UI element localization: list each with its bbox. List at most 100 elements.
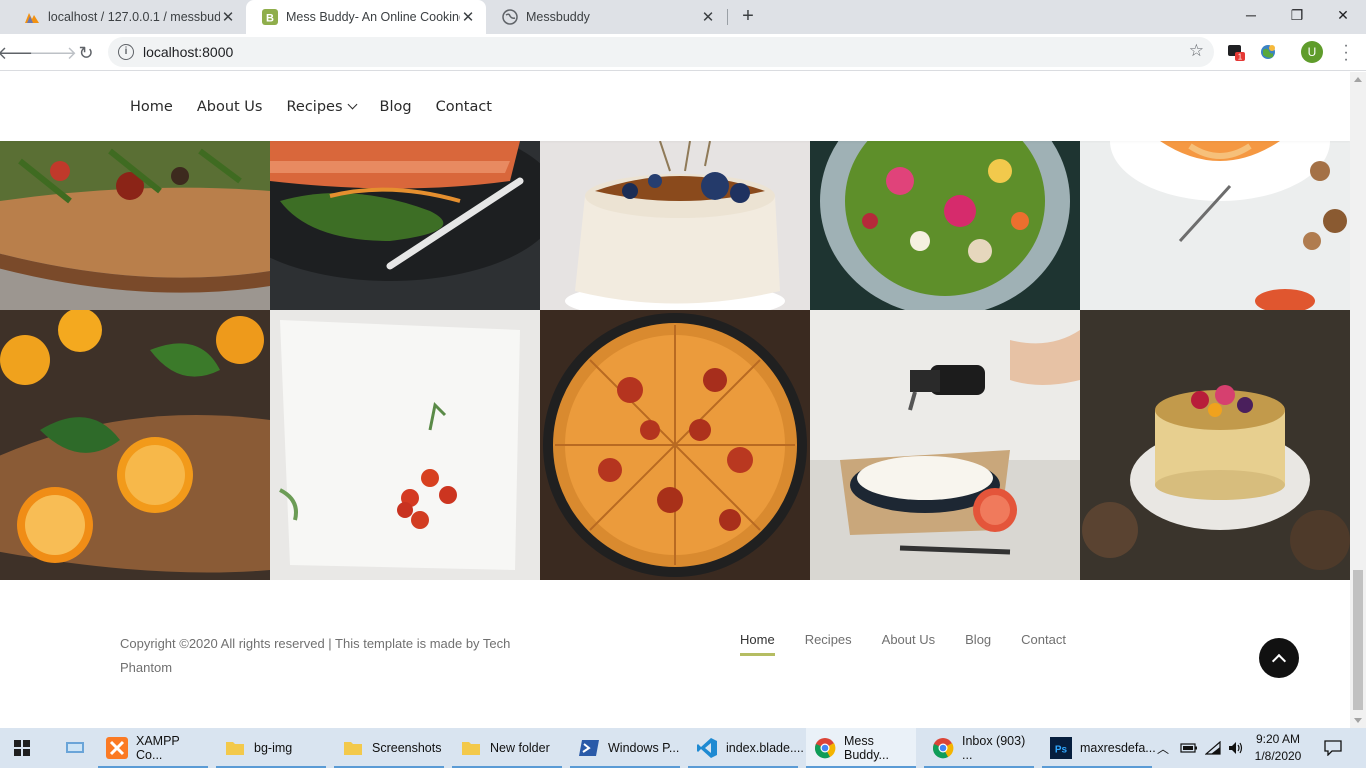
new-tab-icon[interactable]: + [738, 6, 758, 27]
gallery-image-fruit-cake[interactable] [1080, 310, 1350, 580]
gallery-image-oranges-board[interactable] [0, 310, 270, 580]
taskbar-app-desktop[interactable] [56, 728, 90, 768]
svg-text:1: 1 [1238, 53, 1243, 62]
footer-link-recipes[interactable]: Recipes [805, 632, 852, 656]
tab-messbuddy[interactable]: Messbuddy ✕ [486, 0, 726, 34]
reload-icon[interactable]: ↻ [73, 40, 99, 66]
address-bar[interactable]: i localhost:8000 ☆ [108, 37, 1214, 67]
taskbar-bg-img[interactable]: bg-img [216, 728, 326, 768]
browser-toolbar: 🡐 🡒 ↻ i localhost:8000 ☆ [0, 34, 1366, 71]
close-tab-icon[interactable]: ✕ [460, 9, 476, 26]
nav-home[interactable]: Home [130, 99, 173, 115]
nav-contact[interactable]: Contact [436, 99, 492, 115]
restore-icon[interactable]: ❐ [1274, 0, 1320, 30]
taskbar-powershell[interactable]: Windows P... [570, 728, 680, 768]
powershell-icon [579, 740, 599, 756]
nav-label: Blog [379, 98, 412, 115]
xampp-icon [106, 737, 128, 759]
nav-recipes[interactable]: Recipes [286, 99, 357, 115]
taskbar-label: New folder [490, 741, 550, 755]
notifications-icon[interactable] [1324, 728, 1342, 768]
folder-icon [226, 742, 244, 755]
site-header: Home About Us Recipes Blog Contact [0, 72, 1350, 141]
tab-mess-buddy[interactable]: B Mess Buddy- An Online Cooking ✕ [246, 0, 486, 34]
profile-avatar[interactable]: U [1301, 41, 1323, 63]
chrome-icon [815, 738, 836, 759]
browser-menu-icon[interactable]: · · · [1336, 38, 1356, 68]
scroll-down-arrow[interactable] [1354, 718, 1362, 723]
gallery-image-torch-pie[interactable] [810, 310, 1080, 580]
taskbar-xampp[interactable]: XAMPP Co... [98, 728, 208, 768]
nav-label: Contact [435, 98, 492, 115]
taskbar-label: Inbox (903) ... [962, 734, 1026, 762]
footer-link-home[interactable]: Home [740, 632, 775, 656]
page-scrollbar[interactable] [1350, 72, 1366, 728]
photoshop-icon: Ps [1050, 737, 1072, 759]
close-tab-icon[interactable]: ✕ [700, 9, 716, 26]
windows-taskbar: XAMPP Co... bg-img Screenshots New folde… [0, 728, 1366, 768]
tab-phpmyadmin[interactable]: localhost / 127.0.0.1 / messbuddy ✕ [8, 0, 246, 34]
windows-start-icon[interactable] [14, 740, 30, 756]
back-to-top-button[interactable] [1259, 638, 1299, 678]
gallery-image-peaches-walnuts[interactable] [1080, 141, 1350, 310]
tab-title: Messbuddy [526, 10, 590, 24]
gallery-image-tomatoes-paper[interactable] [270, 310, 540, 580]
nav-label: Home [130, 98, 173, 115]
chevron-down-icon [347, 99, 357, 110]
chevron-up-icon [1271, 653, 1287, 668]
food-gallery [0, 141, 1350, 580]
tray-chevron-up-icon[interactable]: ︿ [1157, 728, 1169, 768]
vscode-icon [697, 738, 717, 758]
scrollbar-thumb[interactable] [1353, 570, 1363, 710]
svg-text:B: B [266, 13, 274, 25]
taskbar-photoshop[interactable]: Ps maxresdefa... [1042, 728, 1156, 768]
tab-title: localhost / 127.0.0.1 / messbuddy [48, 10, 220, 24]
taskbar-chrome-messbuddy[interactable]: Mess Buddy... [806, 728, 916, 768]
close-tab-icon[interactable]: ✕ [220, 9, 236, 26]
footer-link-blog[interactable]: Blog [965, 632, 991, 656]
extension-icon[interactable]: 1 [1226, 42, 1246, 62]
nav-blog[interactable]: Blog [380, 99, 412, 115]
svg-text:Ps: Ps [1055, 745, 1068, 756]
footer-link-contact[interactable]: Contact [1021, 632, 1066, 656]
taskbar-label: XAMPP Co... [136, 734, 180, 762]
taskbar-chrome-inbox[interactable]: Inbox (903) ... [924, 728, 1034, 768]
bookmark-star-icon[interactable]: ☆ [1189, 41, 1204, 61]
page-viewport: Home About Us Recipes Blog Contact Copyr… [0, 72, 1350, 728]
gallery-image-salad-bowl[interactable] [810, 141, 1080, 310]
gallery-image-cake-blueberries[interactable] [540, 141, 810, 310]
gallery-image-salmon-greens[interactable] [270, 141, 540, 310]
footer-link-about-us[interactable]: About Us [882, 632, 935, 656]
extension-globe-icon[interactable] [1258, 42, 1278, 62]
taskbar-label: Mess Buddy... [844, 734, 889, 762]
taskbar-label: Screenshots [372, 741, 442, 755]
site-footer: Copyright ©2020 All rights reserved | Th… [0, 580, 1350, 728]
taskbar-label: Windows P... [608, 741, 680, 755]
site-info-icon[interactable]: i [118, 44, 134, 60]
nav-about-us[interactable]: About Us [197, 99, 263, 115]
minimize-icon[interactable]: ─ [1228, 0, 1274, 30]
folder-icon [344, 742, 362, 755]
nav-label: About Us [196, 98, 263, 115]
wifi-icon[interactable] [1205, 728, 1221, 768]
folder-icon [462, 742, 480, 755]
chrome-icon [933, 738, 954, 759]
taskbar-new-folder[interactable]: New folder [452, 728, 562, 768]
taskbar-vscode[interactable]: index.blade.... [688, 728, 804, 768]
gallery-image-pepperoni-pizza[interactable] [540, 310, 810, 580]
taskbar-label: bg-img [254, 741, 293, 755]
scroll-up-arrow[interactable] [1354, 77, 1362, 82]
taskbar-screenshots[interactable]: Screenshots [334, 728, 444, 768]
close-window-icon[interactable]: ✕ [1320, 0, 1366, 30]
footer-nav: Home Recipes About Us Blog Contact [740, 632, 1096, 656]
globe-icon [502, 9, 518, 25]
phpmyadmin-icon [24, 9, 40, 25]
taskbar-clock[interactable]: 9:20 AM 1/8/2020 [1252, 731, 1304, 765]
battery-icon[interactable] [1180, 728, 1198, 768]
clock-date: 1/8/2020 [1254, 749, 1302, 763]
gallery-image-pizza-arugula[interactable] [0, 141, 270, 310]
tab-separator [727, 9, 728, 25]
browser-tab-strip: localhost / 127.0.0.1 / messbuddy ✕ B Me… [0, 0, 1366, 34]
forward-icon[interactable]: 🡒 [29, 40, 77, 66]
volume-icon[interactable] [1228, 728, 1244, 768]
